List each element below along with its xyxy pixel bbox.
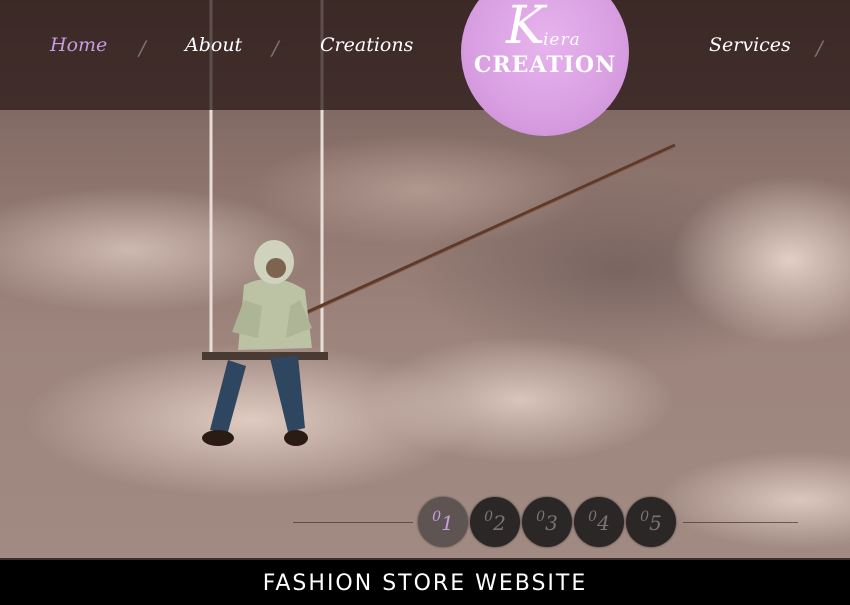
slide-dot-1[interactable]: 01: [418, 497, 468, 547]
pager-line-left: [293, 522, 413, 523]
nav-about-link[interactable]: About: [185, 34, 242, 56]
nav-home-link[interactable]: Home: [50, 34, 107, 56]
logo-initial: K: [506, 0, 545, 56]
nav-separator: /: [272, 36, 279, 60]
nav-services-link[interactable]: Services: [709, 34, 791, 56]
slide-dot-2[interactable]: 02: [470, 497, 520, 547]
caption-bar: FASHION STORE WEBSITE: [0, 558, 850, 605]
slide-dot-4[interactable]: 04: [574, 497, 624, 547]
nav-separator: /: [139, 36, 146, 60]
slide-dot-3[interactable]: 03: [522, 497, 572, 547]
logo-word-main: CREATION: [473, 52, 617, 78]
logo-word-top: iera: [543, 30, 581, 50]
slide-dot-5[interactable]: 05: [626, 497, 676, 547]
nav-creations-link[interactable]: Creations: [320, 34, 413, 56]
caption-text: FASHION STORE WEBSITE: [262, 571, 588, 596]
nav-separator: /: [816, 36, 823, 60]
hero-stage: Home / About / Creations Services / K ie…: [0, 0, 850, 605]
pager-line-right: [683, 522, 798, 523]
